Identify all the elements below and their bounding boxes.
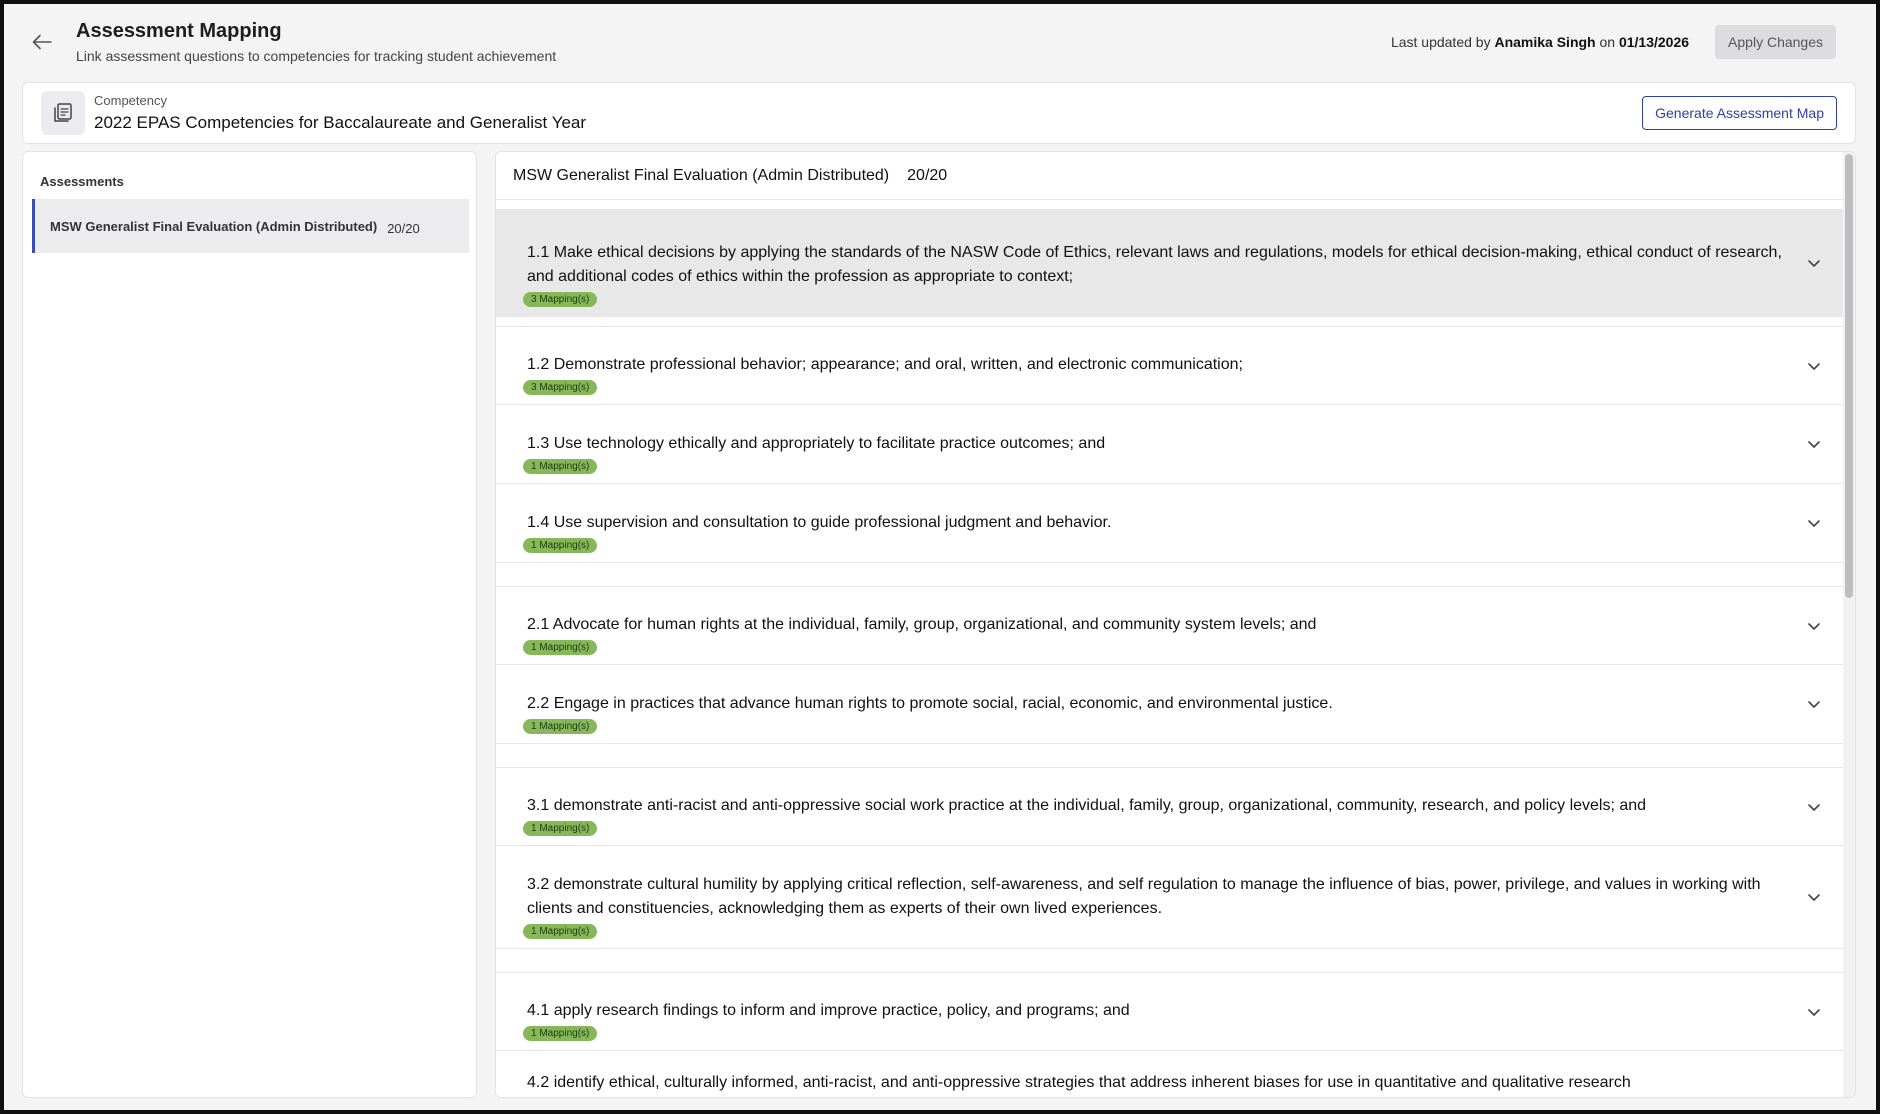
competency-row[interactable]: 2.2 Engage in practices that advance hum… [496, 665, 1844, 744]
chevron-down-icon[interactable] [1806, 799, 1822, 815]
last-updated-text: Last updated by Anamika Singh on 01/13/2… [1391, 34, 1689, 50]
mapping-badge: 3 Mapping(s) [523, 292, 598, 307]
row-text: 4.1 apply research findings to inform an… [527, 1002, 1130, 1019]
chevron-down-icon[interactable] [1806, 1004, 1822, 1020]
chevron-down-icon[interactable] [1806, 515, 1822, 531]
competency-row[interactable]: 1.3 Use technology ethically and appropr… [496, 405, 1844, 484]
competency-row[interactable]: 2.1 Advocate for human rights at the ind… [496, 586, 1844, 665]
arrow-left-icon [32, 34, 52, 50]
row-spacer [496, 949, 1844, 972]
competency-row[interactable]: 3.1 demonstrate anti-racist and anti-opp… [496, 767, 1844, 846]
mapping-badge: 1 Mapping(s) [523, 924, 598, 939]
competency-list: 1.1 Make ethical decisions by applying t… [496, 209, 1844, 1097]
row-body: 1.4 Use supervision and consultation to … [523, 511, 1784, 553]
row-body: 3.1 demonstrate anti-racist and anti-opp… [523, 794, 1784, 836]
row-spacer [496, 744, 1844, 767]
row-spacer [496, 563, 1844, 586]
chevron-down-icon[interactable] [1806, 255, 1822, 271]
chevron-down-icon[interactable] [1806, 358, 1822, 374]
row-text: 3.2 demonstrate cultural humility by app… [527, 876, 1761, 917]
apply-changes-button[interactable]: Apply Changes [1715, 25, 1836, 59]
assessment-count: 20/20 [907, 166, 948, 184]
row-body: 4.1 apply research findings to inform an… [523, 999, 1784, 1041]
assessment-title: MSW Generalist Final Evaluation (Admin D… [513, 166, 890, 184]
scrollbar-thumb[interactable] [1845, 154, 1853, 598]
sidebar-item-msw-generalist[interactable]: MSW Generalist Final Evaluation (Admin D… [32, 199, 469, 253]
competency-text: Competency 2022 EPAS Competencies for Ba… [94, 93, 586, 133]
chevron-down-icon[interactable] [1806, 889, 1822, 905]
row-text: 1.2 Demonstrate professional behavior; a… [527, 356, 1243, 373]
row-body: 1.2 Demonstrate professional behavior; a… [523, 353, 1784, 395]
last-updated-on: on [1599, 34, 1616, 50]
competency-card: Competency 2022 EPAS Competencies for Ba… [22, 82, 1856, 144]
row-text: 4.2 identify ethical, culturally informe… [527, 1074, 1631, 1091]
mapping-badge: 3 Mapping(s) [523, 380, 598, 395]
chevron-down-icon[interactable] [1806, 696, 1822, 712]
document-stack-icon [54, 103, 72, 122]
mapping-badge: 1 Mapping(s) [523, 459, 598, 474]
page-header: Assessment Mapping Link assessment quest… [4, 4, 1876, 80]
page-title: Assessment Mapping [76, 20, 282, 42]
row-text: 2.1 Advocate for human rights at the ind… [527, 616, 1317, 633]
competency-label: Competency [94, 93, 167, 108]
header-actions: Last updated by Anamika Singh on 01/13/2… [1391, 25, 1836, 59]
assessments-sidebar: Assessments MSW Generalist Final Evaluat… [22, 151, 477, 1098]
competency-row[interactable]: 1.4 Use supervision and consultation to … [496, 484, 1844, 563]
last-updated-date: 01/13/2026 [1618, 34, 1690, 50]
row-body: 1.1 Make ethical decisions by applying t… [523, 241, 1784, 307]
sidebar-item-label: MSW Generalist Final Evaluation (Admin D… [50, 218, 378, 234]
last-updated-prefix: Last updated by [1390, 34, 1491, 50]
row-body: 2.1 Advocate for human rights at the ind… [523, 613, 1784, 655]
chevron-down-icon[interactable] [1806, 436, 1822, 452]
row-text: 1.4 Use supervision and consultation to … [527, 514, 1112, 531]
page-subtitle: Link assessment questions to competencie… [76, 48, 557, 64]
row-text: 3.1 demonstrate anti-racist and anti-opp… [527, 797, 1647, 814]
competency-row[interactable]: 3.2 demonstrate cultural humility by app… [496, 846, 1844, 949]
last-updated-user: Anamika Singh [1494, 34, 1596, 50]
generate-assessment-map-button[interactable]: Generate Assessment Map [1642, 96, 1837, 130]
row-text: 1.1 Make ethical decisions by applying t… [527, 244, 1782, 285]
competency-icon-box [41, 91, 85, 135]
mapping-badge: 1 Mapping(s) [523, 821, 598, 836]
row-body: 4.2 identify ethical, culturally informe… [527, 1071, 1784, 1095]
row-body: 3.2 demonstrate cultural humility by app… [523, 873, 1784, 939]
row-body: 2.2 Engage in practices that advance hum… [523, 692, 1784, 734]
back-button[interactable] [22, 22, 62, 62]
competency-value: 2022 EPAS Competencies for Baccalaureate… [94, 113, 587, 132]
sidebar-title: Assessments [40, 174, 124, 189]
mapping-badge: 1 Mapping(s) [523, 719, 598, 734]
mapping-badge: 1 Mapping(s) [523, 538, 598, 553]
row-text: 2.2 Engage in practices that advance hum… [527, 695, 1333, 712]
competency-row[interactable]: 4.1 apply research findings to inform an… [496, 972, 1844, 1051]
assessment-detail-panel: MSW Generalist Final Evaluation (Admin D… [495, 151, 1856, 1098]
mapping-badge: 1 Mapping(s) [523, 1026, 598, 1041]
sidebar-item-count: 20/20 [387, 221, 420, 236]
chevron-down-icon[interactable] [1806, 618, 1822, 634]
assessment-header: MSW Generalist Final Evaluation (Admin D… [496, 152, 1855, 200]
competency-row[interactable]: 1.2 Demonstrate professional behavior; a… [496, 326, 1844, 405]
mapping-badge: 1 Mapping(s) [523, 640, 598, 655]
scrollbar-track[interactable] [1843, 152, 1855, 1097]
row-spacer [496, 317, 1844, 326]
competency-row[interactable]: 1.1 Make ethical decisions by applying t… [496, 209, 1844, 317]
row-body: 1.3 Use technology ethically and appropr… [523, 432, 1784, 474]
row-text: 1.3 Use technology ethically and appropr… [527, 435, 1106, 452]
title-block: Assessment Mapping Link assessment quest… [76, 20, 556, 64]
competency-row[interactable]: 4.2 identify ethical, culturally informe… [496, 1051, 1844, 1097]
